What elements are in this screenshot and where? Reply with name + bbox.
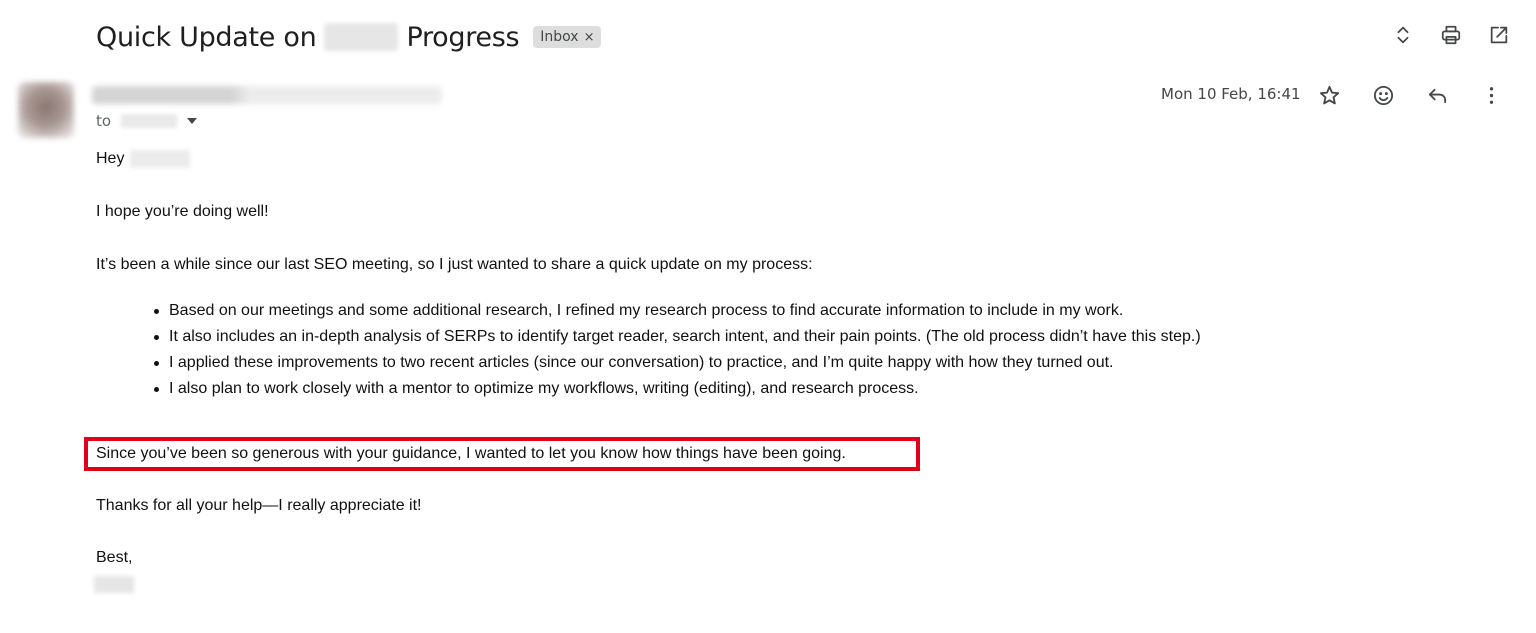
greeting-text: Hey bbox=[96, 150, 125, 167]
redacted-sender-name bbox=[92, 86, 442, 104]
show-details-caret-icon[interactable] bbox=[187, 118, 198, 124]
sender-avatar[interactable] bbox=[18, 82, 74, 138]
list-item: Based on our meetings and some additiona… bbox=[152, 298, 1201, 324]
thanks-paragraph: Thanks for all your help—I really apprec… bbox=[96, 497, 422, 514]
remove-label-icon[interactable]: × bbox=[584, 30, 595, 45]
star-icon[interactable] bbox=[1316, 82, 1342, 108]
highlighted-paragraph: Since you’ve been so generous with your … bbox=[96, 445, 846, 462]
recipient-row: to bbox=[96, 112, 198, 130]
redacted-subject-word bbox=[324, 23, 399, 51]
email-subject: Quick Update on Progress Inbox × bbox=[96, 18, 602, 56]
subject-suffix: Progress bbox=[406, 21, 520, 53]
intro-paragraph: I hope you’re doing well! bbox=[96, 203, 269, 220]
signoff: Best, bbox=[96, 549, 133, 566]
list-item: It also includes an in-depth analysis of… bbox=[152, 324, 1201, 350]
redacted-recipient bbox=[121, 114, 178, 128]
redacted-signature bbox=[94, 576, 134, 593]
emoji-icon[interactable] bbox=[1370, 82, 1396, 108]
redacted-recipient-name bbox=[130, 150, 191, 168]
list-item: I also plan to work closely with a mento… bbox=[152, 376, 1201, 402]
lead-paragraph: It’s been a while since our last SEO mee… bbox=[96, 256, 813, 273]
inbox-label-text: Inbox bbox=[540, 29, 579, 45]
update-bullet-list: Based on our meetings and some additiona… bbox=[152, 298, 1201, 402]
unfold-icon[interactable] bbox=[1390, 22, 1416, 48]
message-date: Mon 10 Feb, 16:41 bbox=[1161, 85, 1301, 103]
list-item: I applied these improvements to two rece… bbox=[152, 350, 1201, 376]
print-icon[interactable] bbox=[1438, 22, 1464, 48]
subject-prefix: Quick Update on bbox=[96, 21, 317, 53]
message-actions bbox=[1316, 82, 1504, 108]
more-vert-icon[interactable] bbox=[1478, 82, 1504, 108]
reply-icon[interactable] bbox=[1424, 82, 1450, 108]
thread-toolbar bbox=[1390, 22, 1512, 48]
greeting-line: Hey bbox=[96, 150, 191, 168]
open-in-new-window-icon[interactable] bbox=[1486, 22, 1512, 48]
to-label: to bbox=[96, 112, 112, 130]
inbox-label-chip[interactable]: Inbox × bbox=[533, 26, 602, 48]
